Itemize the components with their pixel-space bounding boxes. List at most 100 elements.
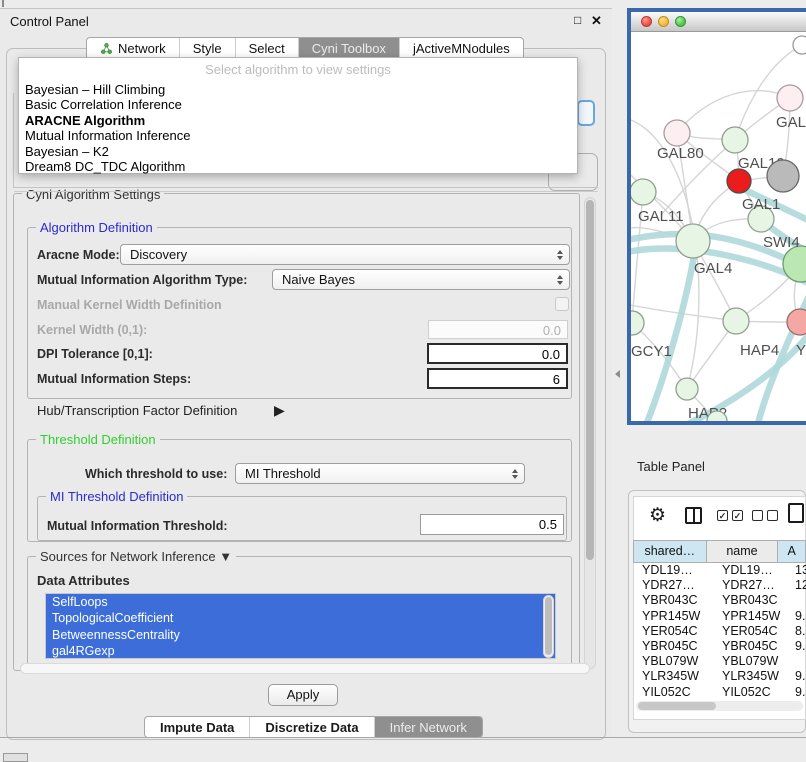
network-node-gal11[interactable] [631,179,656,205]
cyni-algorithm-settings-title: Cyni Algorithm Settings [22,187,164,202]
table-cell: YBR045C [633,639,713,654]
manual-kernel-width-label: Manual Kernel Width Definition [37,298,222,312]
bottom-left-mini-button[interactable] [3,753,28,762]
settings-hscrollbar[interactable] [20,663,590,674]
table-hscrollbar-thumb[interactable] [638,702,716,710]
table-row[interactable]: YDR27…YDR27…12 [633,578,806,593]
algorithm-option-mutual-information-inference[interactable]: Mutual Information Inference [19,128,577,143]
column-header-shared[interactable]: shared… [633,540,707,563]
table-row[interactable]: YBL079WYBL079W [633,654,806,669]
attribute-item-selfloops[interactable]: SelfLoops [46,594,555,610]
network-window-titlebar[interactable] [631,12,806,32]
unchecked-checkbox-icon[interactable] [752,510,763,521]
node-label-gal1: GAL1 [742,196,780,213]
table-cell: 9. [791,609,806,624]
hidden-group-line [14,191,598,192]
network-node-hap4[interactable] [723,308,749,334]
network-node-y[interactable] [787,309,806,335]
mi-algorithm-type-select[interactable]: Naive Bayes [272,269,570,290]
close-icon[interactable]: ✕ [591,13,602,29]
table-row[interactable]: YIL052CYIL052C9. [633,685,806,700]
table-cell: 9. [791,639,806,654]
table-cell: 12 [791,578,806,593]
float-window-icon[interactable]: □ [574,13,581,27]
network-node[interactable] [793,36,806,54]
apply-button[interactable]: Apply [268,684,338,706]
bottom-tab-impute-data[interactable]: Impute Data [145,717,249,737]
table-row[interactable]: YDL19…YDL19…13 [633,563,806,578]
aracne-mode-label: Aracne Mode: [37,248,120,262]
table-cell: YBR043C [633,593,713,608]
bottom-tab-discretize-data[interactable]: Discretize Data [249,717,373,737]
mi-threshold-field[interactable]: 0.5 [420,514,564,535]
column-header-a[interactable]: A [778,540,806,563]
sources-group-title[interactable]: Sources for Network Inference ▼ [36,549,236,564]
algorithm-combo-focus-fragment[interactable] [577,100,595,126]
split-columns-icon[interactable] [685,507,702,524]
expanded-arrow-icon[interactable]: ▼ [219,549,232,564]
manual-kernel-width-checkbox[interactable] [555,297,569,311]
network-node-gal[interactable] [777,85,803,111]
attribute-item-topologicalcoefficient[interactable]: TopologicalCoefficient [46,610,555,626]
algorithm-option-bayesian-k2[interactable]: Bayesian – K2 [19,144,577,159]
table-row[interactable]: YBR043CYBR043C [633,593,806,608]
kernel-width-field[interactable]: 0.0 [428,320,568,339]
table-cell: YLR345W [633,669,713,684]
table-rows: YDL19…YDL19…13YDR27…YDR27…12YBR043CYBR04… [633,563,806,700]
network-node-gal4[interactable] [676,224,710,258]
dpi-tolerance-field[interactable]: 0.0 [427,343,568,364]
attributes-scrollbar-thumb[interactable] [545,597,552,655]
tab-label: jActiveMNodules [413,41,510,56]
bottom-tab-infer-network[interactable]: Infer Network [374,717,482,737]
minimize-traffic-light-icon[interactable] [658,16,669,27]
attribute-item-betweennesscentrality[interactable]: BetweennessCentrality [46,627,555,643]
table-cell: YER054C [713,624,791,639]
table-row[interactable]: YER054CYER054C8. [633,624,806,639]
checked-checkbox-icon[interactable]: ✓ [732,510,743,521]
node-label-swi4: SWI4 [763,234,800,251]
table-row[interactable]: YBR045CYBR045C9. [633,639,806,654]
close-traffic-light-icon[interactable] [641,16,652,27]
checked-checkbox-icon[interactable]: ✓ [717,510,728,521]
network-canvas[interactable]: GALGAL80GAL10GAL1SWI4GAL11GAL4GCY1HAP4YH… [631,32,806,421]
settings-gear-icon[interactable]: ⚙ [649,504,666,527]
tab-network[interactable]: Network [87,38,179,59]
table-cell: YBL079W [713,654,791,669]
tab-style[interactable]: Style [179,38,235,59]
table-cell: YBR043C [713,593,791,608]
data-attributes-list[interactable]: SelfLoopsTopologicalCoefficientBetweenne… [45,593,556,659]
which-threshold-label: Which threshold to use: [85,467,227,481]
algorithm-option-basic-correlation-inference[interactable]: Basic Correlation Inference [19,97,577,112]
new-document-icon[interactable] [788,503,804,523]
attribute-item-gal4rgexp[interactable]: gal4RGexp [46,643,555,659]
algorithm-option-bayesian-hill-climbing[interactable]: Bayesian – Hill Climbing [19,82,577,97]
table-row[interactable]: YLR345WYLR345W9. [633,669,806,684]
unchecked-checkbox-icon[interactable] [767,510,778,521]
table-row[interactable]: YPR145WYPR145W9. [633,609,806,624]
mi-steps-field[interactable]: 6 [427,368,568,389]
dpi-tolerance-label: DPI Tolerance [0,1]: [37,347,153,361]
node-label-gal80: GAL80 [657,145,704,162]
zoom-traffic-light-icon[interactable] [675,16,686,27]
algorithm-option-aracne-algorithm[interactable]: ARACNE Algorithm [19,113,577,128]
tab-jactivemnodules[interactable]: jActiveMNodules [399,38,523,59]
hub-tf-definition-label[interactable]: Hub/Transcription Factor Definition [37,403,237,418]
tab-select[interactable]: Select [235,38,298,59]
control-panel-title: Control Panel [10,14,89,29]
network-node[interactable] [767,160,799,192]
aracne-mode-select[interactable]: Discovery [120,244,570,265]
network-node-hap2[interactable] [676,378,698,400]
network-node[interactable] [727,169,751,193]
table-cell: YIL052C [633,685,713,700]
tab-cyni-toolbox[interactable]: Cyni Toolbox [298,38,399,59]
table-cell: YER054C [633,624,713,639]
algorithm-option-dream8-dc-tdc-algorithm[interactable]: Dream8 DC_TDC Algorithm [19,159,577,174]
which-threshold-select[interactable]: MI Threshold [235,463,525,484]
collapsed-arrow-icon[interactable]: ▶ [274,402,285,419]
network-node-gal80[interactable] [664,120,690,146]
panel-splitter-handle[interactable] [615,370,620,378]
network-node-gal10[interactable] [722,127,748,153]
column-header-name[interactable]: name [707,540,779,563]
settings-scrollbar-thumb[interactable] [586,200,594,560]
table-cell: YPR145W [713,609,791,624]
